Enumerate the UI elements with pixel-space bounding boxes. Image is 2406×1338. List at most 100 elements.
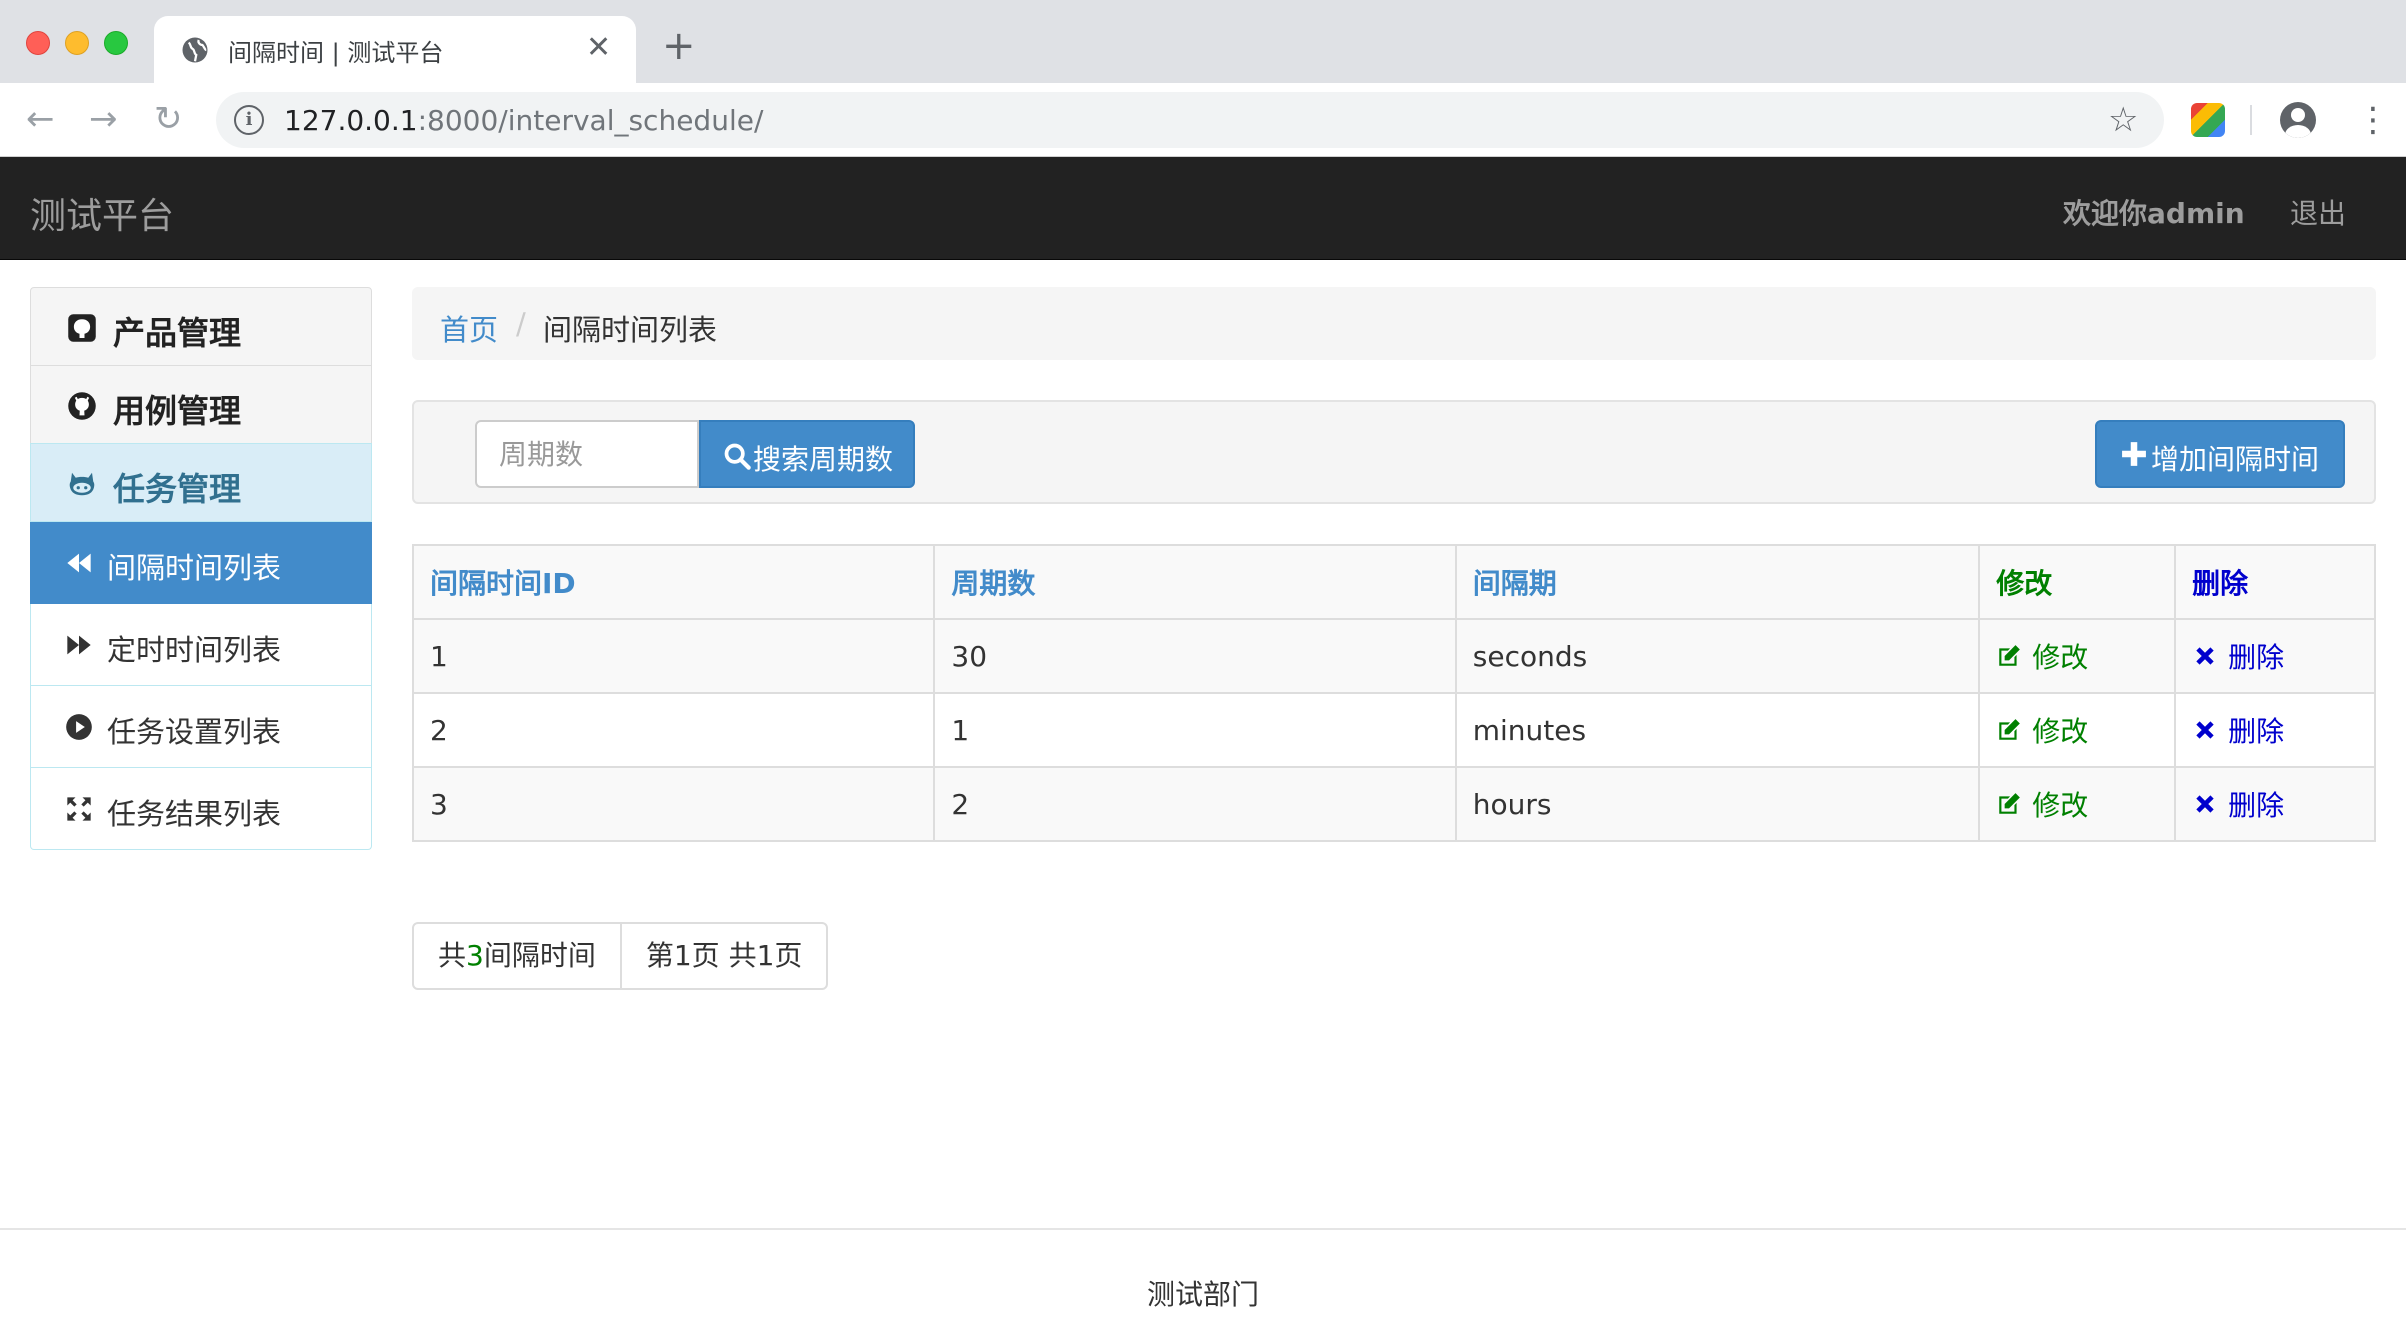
cell-period: minutes (1454, 692, 1981, 768)
sidebar-item-task-settings-list[interactable]: 任务设置列表 (30, 686, 372, 768)
search-panel: 搜索周期数 增加间隔时间 (412, 400, 2376, 504)
site-navbar: 测试平台 欢迎你admin 退出 (0, 157, 2406, 260)
sidebar-item-task-management[interactable]: 任务管理 (30, 443, 372, 522)
forward-icon (67, 635, 91, 655)
window-zoom-button[interactable] (104, 31, 128, 55)
plus-icon (2122, 442, 2146, 466)
edit-icon (1999, 719, 2021, 740)
period-search-input[interactable] (475, 420, 699, 488)
browser-menu-icon[interactable]: ⋮ (2356, 101, 2390, 139)
cell-period: hours (1454, 766, 1981, 842)
pagination: 共3间隔时间 第1页 共1页 (412, 922, 829, 990)
column-header-id[interactable]: 间隔时间ID (411, 544, 936, 620)
edit-link[interactable]: 修改 (1996, 636, 2088, 676)
interval-table: 间隔时间ID 周期数 间隔期 修改 删除 1 30 seconds 修改 删除 (411, 544, 2376, 842)
edit-link[interactable]: 修改 (1996, 784, 2088, 824)
sidebar-item-label: 任务结果列表 (107, 797, 282, 831)
search-button-label: 搜索周期数 (753, 444, 894, 475)
sidebar-item-label: 定时时间列表 (107, 633, 282, 667)
address-bar[interactable]: i 127.0.0.1:8000/interval_schedule/ ☆ (216, 92, 2164, 148)
welcome-user[interactable]: 欢迎你admin (2063, 192, 2245, 232)
sidebar-item-label: 产品管理 (113, 314, 242, 352)
column-header-edit: 修改 (1978, 544, 2177, 620)
column-header-delete: 删除 (2174, 544, 2376, 620)
footer-text: 测试部门 (1146, 1278, 1259, 1311)
cell-period: seconds (1454, 618, 1981, 694)
table-row: 3 2 hours 修改 删除 (411, 766, 2376, 842)
window-minimize-button[interactable] (65, 31, 89, 55)
extension-icon[interactable] (2191, 103, 2225, 137)
sidebar: 产品管理 用例管理 任务管理 间隔时间列表 定时时间列表 任务设置列表 任务结果… (30, 287, 372, 850)
sidebar-item-label: 用例管理 (113, 392, 242, 430)
cell-edit: 修改 (1978, 766, 2177, 842)
cell-every: 1 (933, 692, 1457, 768)
sidebar-item-task-results-list[interactable]: 任务结果列表 (30, 768, 372, 850)
back-icon[interactable]: ← (26, 99, 55, 139)
github-alt-icon (69, 472, 95, 496)
browser-tabstrip: 间隔时间 | 测试平台 ✕ + (0, 0, 2406, 83)
edit-icon (1999, 645, 2021, 666)
table-header-row: 间隔时间ID 周期数 间隔期 修改 删除 (411, 544, 2376, 620)
sidebar-item-crontab-list[interactable]: 定时时间列表 (30, 604, 372, 686)
breadcrumb-home-link[interactable]: 首页 (440, 307, 498, 349)
forward-icon[interactable]: → (89, 99, 118, 139)
column-header-every[interactable]: 周期数 (933, 544, 1457, 620)
pagination-page-info: 第1页 共1页 (619, 922, 829, 990)
breadcrumb-separator: / (516, 307, 526, 341)
cell-every: 2 (933, 766, 1457, 842)
cell-edit: 修改 (1978, 692, 2177, 768)
sidebar-item-label: 任务管理 (113, 470, 242, 508)
new-tab-button[interactable]: + (662, 24, 696, 68)
remove-icon (2196, 795, 2214, 813)
cell-id: 3 (411, 766, 936, 842)
table-row: 2 1 minutes 修改 删除 (411, 692, 2376, 768)
profile-avatar-icon[interactable] (2280, 102, 2316, 138)
search-icon (724, 443, 751, 470)
search-button[interactable]: 搜索周期数 (699, 420, 915, 488)
logout-link[interactable]: 退出 (2290, 192, 2346, 232)
backward-icon (67, 553, 91, 573)
delete-link[interactable]: 删除 (2192, 710, 2284, 750)
play-circle-icon (66, 714, 92, 740)
url-text[interactable]: 127.0.0.1:8000/interval_schedule/ (284, 104, 763, 137)
cell-every: 30 (933, 618, 1457, 694)
globe-icon (182, 37, 208, 63)
pagination-total-count: 3 (466, 939, 484, 972)
breadcrumb-current: 间隔时间列表 (543, 313, 718, 347)
sidebar-item-label: 间隔时间列表 (107, 551, 282, 585)
bookmark-star-icon[interactable]: ☆ (2108, 100, 2138, 140)
github-icon (68, 392, 96, 420)
table-row: 1 30 seconds 修改 删除 (411, 618, 2376, 694)
site-info-icon[interactable]: i (234, 105, 264, 135)
sidebar-item-product-management[interactable]: 产品管理 (30, 287, 372, 366)
reload-icon[interactable]: ↻ (154, 99, 183, 139)
delete-link[interactable]: 删除 (2192, 636, 2284, 676)
pagination-total: 共3间隔时间 (412, 922, 622, 990)
tab-title: 间隔时间 | 测试平台 (228, 39, 444, 67)
sidebar-item-case-management[interactable]: 用例管理 (30, 365, 372, 444)
sidebar-item-label: 任务设置列表 (107, 715, 282, 749)
remove-icon (2196, 721, 2214, 739)
browser-tab[interactable]: 间隔时间 | 测试平台 ✕ (154, 16, 636, 83)
expand-icon (67, 797, 91, 821)
add-button-label: 增加间隔时间 (2151, 444, 2320, 475)
add-interval-button[interactable]: 增加间隔时间 (2095, 420, 2345, 488)
delete-link[interactable]: 删除 (2192, 784, 2284, 824)
cell-id: 2 (411, 692, 936, 768)
browser-toolbar: ← → ↻ i 127.0.0.1:8000/interval_schedule… (0, 83, 2406, 157)
toolbar-divider (2250, 105, 2252, 135)
column-header-period[interactable]: 间隔期 (1454, 544, 1981, 620)
cell-delete: 删除 (2174, 692, 2376, 768)
tab-close-icon[interactable]: ✕ (586, 32, 611, 64)
edit-link[interactable]: 修改 (1996, 710, 2088, 750)
cell-edit: 修改 (1978, 618, 2177, 694)
cell-delete: 删除 (2174, 618, 2376, 694)
brand-link[interactable]: 测试平台 (30, 187, 174, 239)
cell-id: 1 (411, 618, 936, 694)
window-close-button[interactable] (26, 31, 50, 55)
edit-icon (1999, 793, 2021, 814)
page-footer: 测试部门 (0, 1228, 2406, 1338)
remove-icon (2196, 647, 2214, 665)
sidebar-item-interval-list[interactable]: 间隔时间列表 (30, 522, 372, 604)
github-square-icon (68, 314, 96, 342)
